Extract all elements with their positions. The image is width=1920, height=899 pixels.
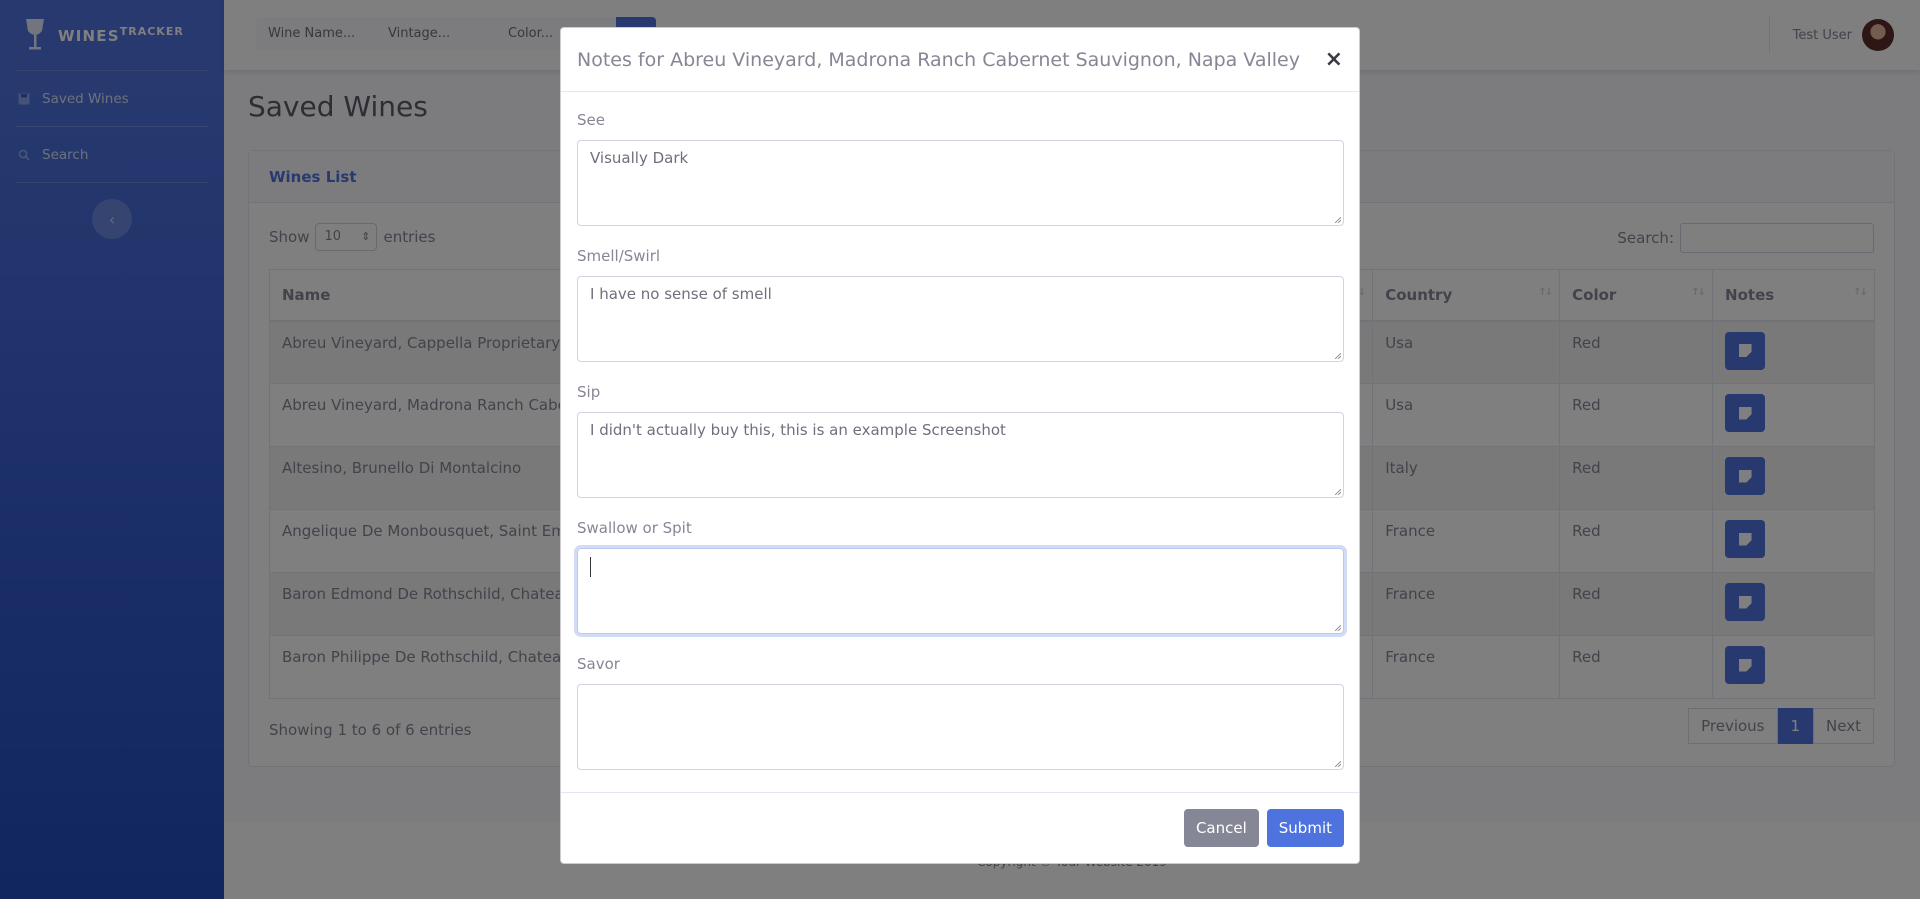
close-icon[interactable]: × xyxy=(1325,47,1343,72)
smell-swirl-label: Smell/Swirl xyxy=(577,247,661,265)
swallow-or-spit-label: Swallow or Spit xyxy=(577,519,692,537)
sip-label: Sip xyxy=(577,383,601,401)
sip-textarea[interactable]: I didn't actually buy this, this is an e… xyxy=(577,412,1344,498)
submit-button[interactable]: Submit xyxy=(1266,809,1344,847)
modal-body: See Visually Dark Smell/Swirl I have no … xyxy=(561,92,1359,770)
see-label: See xyxy=(577,111,605,129)
text-caret xyxy=(590,557,591,577)
see-textarea[interactable]: Visually Dark xyxy=(577,140,1344,226)
smell-swirl-textarea[interactable]: I have no sense of smell xyxy=(577,276,1344,362)
swallow-or-spit-textarea[interactable] xyxy=(577,548,1344,634)
cancel-button[interactable]: Cancel xyxy=(1183,809,1259,847)
modal-footer: Cancel Submit xyxy=(561,792,1359,863)
notes-modal: Notes for Abreu Vineyard, Madrona Ranch … xyxy=(560,27,1360,864)
savor-label: Savor xyxy=(577,655,620,673)
savor-textarea[interactable] xyxy=(577,684,1344,770)
modal-title: Notes for Abreu Vineyard, Madrona Ranch … xyxy=(577,48,1300,71)
modal-header: Notes for Abreu Vineyard, Madrona Ranch … xyxy=(561,28,1359,92)
